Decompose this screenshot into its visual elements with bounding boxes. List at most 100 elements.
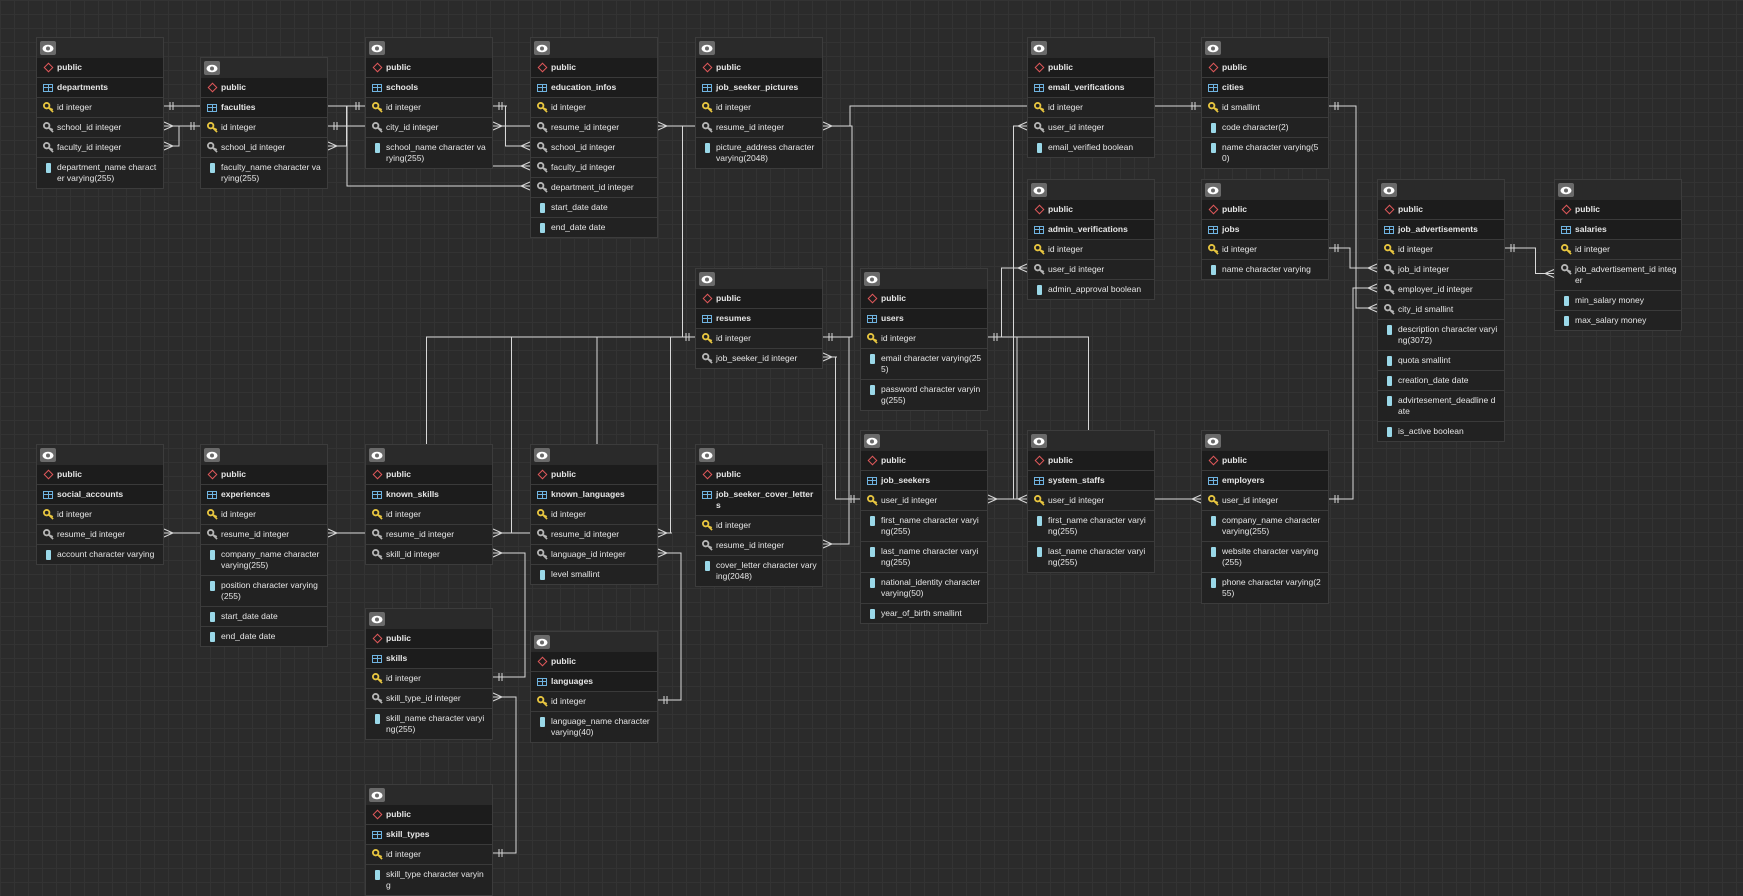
column-row[interactable]: id integer — [201, 504, 327, 524]
relationship-line[interactable] — [493, 696, 517, 854]
table-header[interactable] — [696, 38, 822, 58]
table-name[interactable]: users — [861, 308, 987, 328]
relationship-line[interactable] — [988, 267, 1027, 338]
table-header[interactable] — [1202, 431, 1328, 451]
table-job-seeker-cover-letters[interactable]: public job_seeker_cover_letters id integer… — [695, 444, 823, 587]
column-row[interactable]: start_date date — [201, 606, 327, 626]
table-header[interactable] — [696, 269, 822, 289]
eye-icon[interactable] — [534, 448, 550, 462]
column-row[interactable]: school_id integer — [531, 137, 657, 157]
relationship-line[interactable] — [658, 552, 682, 701]
column-row[interactable]: id integer — [366, 97, 492, 117]
column-row[interactable]: resume_id integer — [37, 524, 163, 544]
column-row[interactable]: start_date date — [531, 197, 657, 217]
column-row[interactable]: faculty_id integer — [37, 137, 163, 157]
column-row[interactable]: id integer — [1555, 239, 1681, 259]
column-row[interactable]: position character varying(255) — [201, 575, 327, 606]
eye-icon[interactable] — [534, 41, 550, 55]
column-row[interactable]: id integer — [366, 844, 492, 864]
column-row[interactable]: user_id integer — [1028, 117, 1154, 137]
table-name[interactable]: job_seeker_cover_letters — [696, 484, 822, 515]
column-row[interactable]: id integer — [531, 97, 657, 117]
table-header[interactable] — [1028, 180, 1154, 200]
eye-icon[interactable] — [1558, 183, 1574, 197]
table-education-infos[interactable]: public education_infos id integer resume_id… — [530, 37, 658, 238]
column-row[interactable]: id integer — [201, 117, 327, 137]
column-row[interactable]: id integer — [696, 328, 822, 348]
column-row[interactable]: faculty_id integer — [531, 157, 657, 177]
table-header[interactable] — [531, 632, 657, 652]
table-name[interactable]: faculties — [201, 97, 327, 117]
table-header[interactable] — [1202, 180, 1328, 200]
eye-icon[interactable] — [1205, 183, 1221, 197]
column-row[interactable]: school_id integer — [201, 137, 327, 157]
eye-icon[interactable] — [40, 41, 56, 55]
column-row[interactable]: min_salary money — [1555, 290, 1681, 310]
table-header[interactable] — [37, 445, 163, 465]
column-row[interactable]: id integer — [1378, 239, 1504, 259]
eye-icon[interactable] — [369, 448, 385, 462]
column-row[interactable]: language_id integer — [531, 544, 657, 564]
column-row[interactable]: end_date date — [531, 217, 657, 237]
eye-icon[interactable] — [1205, 434, 1221, 448]
relationship-line[interactable] — [658, 336, 695, 534]
column-row[interactable]: company_name character varying(255) — [1202, 510, 1328, 541]
table-skill-types[interactable]: public skill_types id integer skill_type ch… — [365, 784, 493, 896]
column-row[interactable]: first_name character varying(255) — [861, 510, 987, 541]
table-job-seekers[interactable]: public job_seekers user_id integer first_na… — [860, 430, 988, 624]
table-header[interactable] — [1028, 38, 1154, 58]
column-row[interactable]: resume_id integer — [366, 524, 492, 544]
table-name[interactable]: job_seekers — [861, 470, 987, 490]
column-row[interactable]: end_date date — [201, 626, 327, 646]
eye-icon[interactable] — [864, 272, 880, 286]
column-row[interactable]: job_advertisement_id integer — [1555, 259, 1681, 290]
table-name[interactable]: admin_verifications — [1028, 219, 1154, 239]
eye-icon[interactable] — [204, 448, 220, 462]
table-social-accounts[interactable]: public social_accounts id integer resume_id… — [36, 444, 164, 565]
table-header[interactable] — [1378, 180, 1504, 200]
relationship-line[interactable] — [823, 336, 850, 545]
eye-icon[interactable] — [534, 635, 550, 649]
table-header[interactable] — [37, 38, 163, 58]
column-row[interactable]: employer_id integer — [1378, 279, 1504, 299]
column-row[interactable]: id integer — [861, 328, 987, 348]
table-header[interactable] — [531, 38, 657, 58]
column-row[interactable]: national_identity character varying(50) — [861, 572, 987, 603]
column-row[interactable]: id integer — [696, 97, 822, 117]
column-row[interactable]: id integer — [1202, 239, 1328, 259]
relationship-line[interactable] — [493, 105, 530, 147]
eye-icon[interactable] — [369, 41, 385, 55]
eye-icon[interactable] — [1205, 41, 1221, 55]
column-row[interactable]: id integer — [531, 691, 657, 711]
column-row[interactable]: resume_id integer — [201, 524, 327, 544]
column-row[interactable]: skill_name character varying(255) — [366, 708, 492, 739]
column-row[interactable]: quota smallint — [1378, 350, 1504, 370]
table-faculties[interactable]: public faculties id integer school_id integ… — [200, 57, 328, 189]
column-row[interactable]: year_of_birth smallint — [861, 603, 987, 623]
column-row[interactable]: id integer — [37, 504, 163, 524]
relationship-line[interactable] — [164, 125, 200, 147]
column-row[interactable]: phone character varying(255) — [1202, 572, 1328, 603]
table-jobs[interactable]: public jobs id integer name character varyi… — [1201, 179, 1329, 280]
column-row[interactable]: id integer — [531, 504, 657, 524]
eye-icon[interactable] — [699, 41, 715, 55]
relationship-line[interactable] — [328, 105, 365, 147]
eye-icon[interactable] — [369, 612, 385, 626]
table-name[interactable]: salaries — [1555, 219, 1681, 239]
eye-icon[interactable] — [699, 448, 715, 462]
column-row[interactable]: email character varying(255) — [861, 348, 987, 379]
column-row[interactable]: faculty_name character varying(255) — [201, 157, 327, 188]
table-salaries[interactable]: public salaries id integer job_advertisemen… — [1554, 179, 1682, 331]
table-header[interactable] — [201, 445, 327, 465]
column-row[interactable]: email_verified boolean — [1028, 137, 1154, 157]
column-row[interactable]: id integer — [366, 668, 492, 688]
relationship-line[interactable] — [1329, 287, 1377, 500]
column-row[interactable]: user_id integer — [1028, 490, 1154, 510]
table-name[interactable]: skill_types — [366, 824, 492, 844]
column-row[interactable]: resume_id integer — [531, 117, 657, 137]
column-row[interactable]: advirtesement_deadline date — [1378, 390, 1504, 421]
table-name[interactable]: languages — [531, 671, 657, 691]
column-row[interactable]: user_id integer — [1202, 490, 1328, 510]
table-name[interactable]: resumes — [696, 308, 822, 328]
column-row[interactable]: resume_id integer — [531, 524, 657, 544]
